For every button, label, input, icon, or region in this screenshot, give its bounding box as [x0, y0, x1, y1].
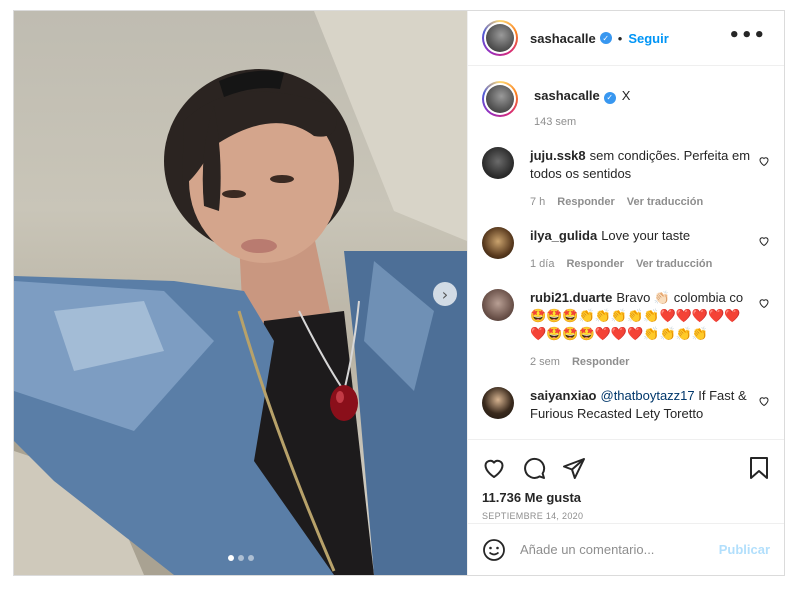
post-side-panel: sashacalle ✓ • Seguir ••• sashacalle ✓ X 1…: [467, 11, 784, 575]
comment-item: ilya_gulida Love your taste 1 día Respond…: [482, 227, 770, 273]
comment-mention[interactable]: @thatboytazz17: [601, 388, 695, 403]
comment-time[interactable]: 7 h: [530, 193, 545, 211]
selfie-illustration: [14, 11, 467, 575]
comment-username[interactable]: ilya_gulida: [530, 228, 597, 243]
reply-button[interactable]: Responder: [566, 255, 623, 273]
carousel-dot: [247, 555, 254, 561]
comment-item: saiyanxiao @thatboytazz17 If Fast & Furio…: [482, 387, 770, 423]
comments-list[interactable]: sashacalle ✓ X 143 sem juju.ssk8 sem condiç…: [468, 67, 784, 431]
post-actions: 11.736 Me gusta SEPTIEMBRE 14, 2020: [468, 439, 784, 529]
separator-dot: •: [617, 30, 623, 46]
next-arrow-icon[interactable]: ›: [433, 282, 457, 306]
comment-input[interactable]: Añade un comentario...: [520, 542, 719, 557]
commenter-avatar[interactable]: [482, 147, 514, 179]
post-date: SEPTIEMBRE 14, 2020: [482, 511, 584, 521]
post-header: sashacalle ✓ • Seguir •••: [468, 11, 784, 66]
likes-count[interactable]: 11.736 Me gusta: [482, 490, 770, 505]
bookmark-icon[interactable]: [748, 456, 770, 480]
author-username[interactable]: sashacalle: [530, 31, 596, 46]
heart-icon[interactable]: [758, 297, 770, 309]
heart-icon[interactable]: [482, 456, 506, 480]
carousel-dot: [227, 555, 234, 561]
caption: sashacalle ✓ X 143 sem: [482, 81, 770, 131]
comment-text: Love your taste: [601, 228, 691, 243]
comment-username[interactable]: juju.ssk8: [530, 148, 586, 163]
verified-badge-icon: ✓: [603, 92, 616, 104]
heart-icon[interactable]: [758, 235, 770, 247]
verified-badge-icon: ✓: [599, 32, 612, 44]
post-photo[interactable]: ›: [14, 11, 467, 575]
reply-button[interactable]: Responder: [572, 353, 629, 371]
more-options-icon[interactable]: •••: [728, 25, 766, 46]
author-avatar[interactable]: [482, 81, 518, 117]
commenter-avatar[interactable]: [482, 387, 514, 419]
comment-username[interactable]: rubi21.duarte: [530, 290, 612, 305]
caption-text: X: [621, 88, 631, 103]
share-icon[interactable]: [562, 456, 586, 480]
comment-item: rubi21.duarte Bravo 👏🏻 colombia co 🤩🤩🤩👏👏👏…: [482, 289, 770, 371]
reply-button[interactable]: Responder: [557, 193, 614, 211]
caption-username[interactable]: sashacalle: [534, 88, 600, 103]
follow-button[interactable]: Seguir: [628, 31, 668, 46]
comment-composer: Añade un comentario... Publicar: [468, 523, 784, 575]
publish-button[interactable]: Publicar: [719, 542, 770, 557]
translate-button[interactable]: Ver traducción: [627, 193, 703, 211]
emoji-icon[interactable]: [482, 538, 506, 562]
comment-time[interactable]: 2 sem: [530, 353, 560, 371]
caption-time[interactable]: 143 sem: [534, 113, 576, 131]
commenter-avatar[interactable]: [482, 289, 514, 321]
heart-icon[interactable]: [758, 155, 770, 167]
carousel-indicator: [14, 555, 467, 561]
carousel-dot: [237, 555, 244, 561]
comment-time[interactable]: 1 día: [530, 255, 554, 273]
comment-icon[interactable]: [522, 456, 546, 480]
translate-button[interactable]: Ver traducción: [636, 255, 712, 273]
heart-icon[interactable]: [758, 395, 770, 407]
author-avatar[interactable]: [482, 20, 518, 56]
comment-username[interactable]: saiyanxiao: [530, 388, 597, 403]
comment-item: juju.ssk8 sem condições. Perfeita em todo…: [482, 147, 770, 211]
instagram-post: › sashacalle ✓ • Seguir ••• sashacalle ✓…: [13, 10, 785, 576]
commenter-avatar[interactable]: [482, 227, 514, 259]
